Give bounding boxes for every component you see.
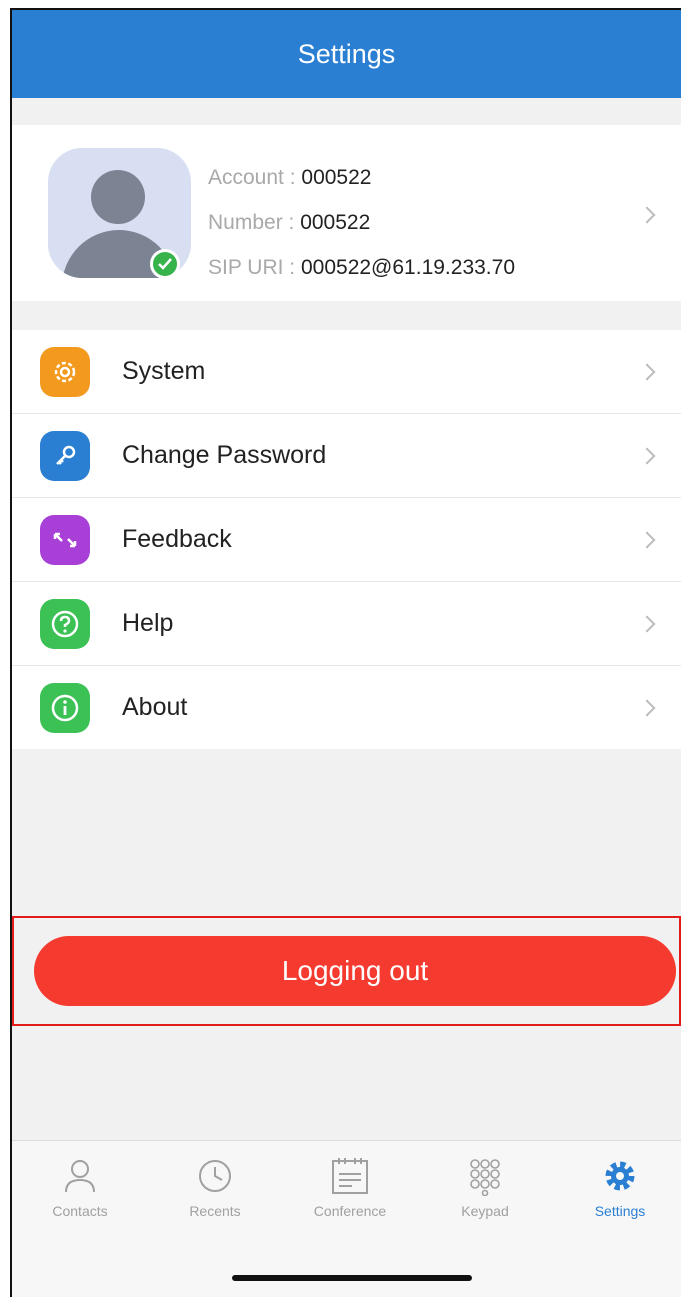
menu-item-label: Change Password (122, 441, 327, 469)
keypad-icon (425, 1153, 545, 1199)
feedback-arrows-icon (40, 514, 90, 565)
tab-label: Recents (189, 1203, 241, 1219)
tab-contacts[interactable]: Contacts (20, 1153, 140, 1219)
question-icon (40, 598, 90, 649)
tab-settings[interactable]: Settings (560, 1153, 680, 1219)
sip-uri-label: SIP URI : (208, 256, 301, 279)
tab-label: Settings (594, 1203, 646, 1219)
chevron-right-icon (638, 531, 656, 549)
tab-bar: Contacts Recents Conference Keypad Setti… (12, 1140, 681, 1297)
menu-item-label: Help (122, 609, 174, 637)
logout-highlight: Logging out (12, 916, 681, 1026)
chevron-right-icon (638, 206, 656, 224)
tab-recents[interactable]: Recents (155, 1153, 275, 1219)
menu-item-about[interactable]: About (12, 666, 681, 749)
profile-card[interactable]: Account : 000522 Number : 000522 SIP URI… (12, 125, 681, 301)
page-title: Settings (297, 38, 396, 69)
logout-label: Logging out (281, 955, 429, 986)
home-indicator (232, 1275, 472, 1281)
number-row: Number : 000522 (208, 200, 515, 245)
chevron-right-icon (638, 615, 656, 633)
menu-item-label: About (122, 693, 188, 721)
account-value: 000522 (301, 166, 372, 189)
sip-uri-row: SIP URI : 000522@61.19.233.70 (208, 245, 515, 290)
chevron-right-icon (638, 699, 656, 717)
clock-icon (155, 1153, 275, 1199)
settings-menu: System Change Password Feedback Help Abo… (12, 330, 681, 749)
avatar-head (91, 170, 145, 224)
gear-icon (40, 346, 90, 397)
menu-item-feedback[interactable]: Feedback (12, 498, 681, 582)
chevron-right-icon (638, 447, 656, 465)
sip-uri-value: 000522@61.19.233.70 (300, 256, 515, 279)
menu-item-change-password[interactable]: Change Password (12, 414, 681, 498)
logout-button[interactable]: Logging out (34, 936, 676, 1006)
number-value: 000522 (300, 211, 371, 234)
person-icon (20, 1153, 140, 1199)
tab-label: Contacts (52, 1203, 108, 1219)
tab-keypad[interactable]: Keypad (425, 1153, 545, 1219)
tab-conference[interactable]: Conference (290, 1153, 410, 1219)
key-icon (40, 430, 90, 481)
info-icon (40, 682, 90, 733)
number-label: Number : (208, 211, 301, 234)
online-status-icon (150, 249, 180, 279)
menu-item-system[interactable]: System (12, 330, 681, 414)
calendar-icon (290, 1153, 410, 1199)
tab-label: Keypad (461, 1203, 509, 1219)
app-screen: Settings Account : 000522 Number : 00052… (10, 8, 681, 1297)
tab-label: Conference (313, 1203, 387, 1219)
menu-item-label: Feedback (122, 525, 232, 553)
profile-info: Account : 000522 Number : 000522 SIP URI… (208, 155, 515, 290)
account-row: Account : 000522 (208, 155, 515, 200)
gear-icon (560, 1153, 680, 1199)
menu-item-help[interactable]: Help (12, 582, 681, 666)
nav-bar: Settings (12, 10, 681, 98)
account-label: Account : (208, 166, 302, 189)
chevron-right-icon (638, 363, 656, 381)
menu-item-label: System (122, 357, 206, 385)
